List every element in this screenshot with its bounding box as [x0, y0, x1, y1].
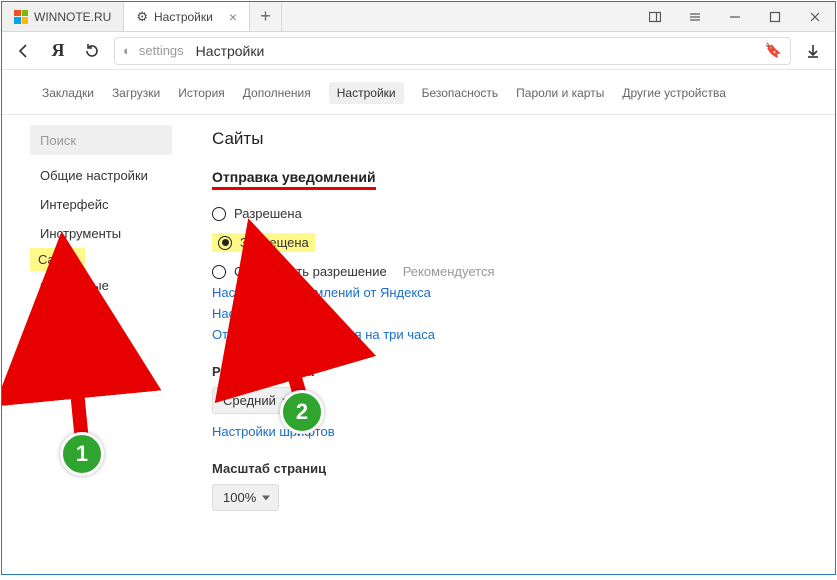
tab-label: WINNOTE.RU [34, 10, 111, 24]
nav-history[interactable]: История [178, 86, 225, 100]
radio-label: Разрешена [234, 206, 302, 221]
page-title: Сайты [212, 129, 811, 149]
bookmark-icon[interactable]: 🔖 [765, 42, 782, 59]
sidebar-item-system[interactable]: Системные [30, 271, 172, 300]
search-input[interactable]: Поиск [30, 125, 172, 155]
sidebar-item-tools[interactable]: Инструменты [30, 219, 172, 248]
titlebar: WINNOTE.RU ⚙ Настройки × + [2, 2, 835, 32]
window-controls [635, 2, 835, 31]
radio-ask[interactable]: Спрашивать разрешение Рекомендуется [212, 264, 811, 279]
reload-button[interactable] [80, 39, 104, 63]
download-button[interactable] [801, 39, 825, 63]
address-field[interactable]: ◐ settings Настройки 🔖 [114, 37, 791, 65]
notifications-heading: Отправка уведомлений [212, 169, 376, 190]
address-bar: Я ◐ settings Настройки 🔖 [2, 32, 835, 70]
nav-extensions[interactable]: Дополнения [243, 86, 311, 100]
link-yandex-notifications[interactable]: Настройки уведомлений от Яндекса [212, 285, 811, 300]
main-panel: Сайты Отправка уведомлений Разрешена Зап… [172, 115, 835, 580]
tab-active[interactable]: ⚙ Настройки × [124, 2, 250, 31]
radio-label: Запрещена [240, 235, 309, 250]
nav-downloads[interactable]: Загрузки [112, 86, 160, 100]
link-font-settings[interactable]: Настройки шрифтов [212, 424, 811, 439]
settings-nav: Закладки Загрузки История Дополнения Нас… [2, 70, 835, 115]
page-scale-dropdown[interactable]: 100% [212, 484, 279, 511]
nav-security[interactable]: Безопасность [422, 86, 499, 100]
url-key: settings [139, 43, 184, 58]
minimize-button[interactable] [715, 2, 755, 32]
radio-icon [212, 265, 226, 279]
back-button[interactable] [12, 39, 36, 63]
link-disable-3h[interactable]: Отключить уведомления на три часа [212, 327, 811, 342]
sidebar-item-sites[interactable]: Сайты [30, 248, 85, 271]
yandex-logo-icon[interactable]: Я [46, 39, 70, 63]
winnote-logo-icon [14, 10, 28, 24]
maximize-button[interactable] [755, 2, 795, 32]
radio-label: Спрашивать разрешение [234, 264, 387, 279]
url-title: Настройки [196, 43, 265, 59]
nav-bookmarks[interactable]: Закладки [42, 86, 94, 100]
sidebar: Поиск Общие настройки Интерфейс Инструме… [2, 115, 172, 580]
menu-icon[interactable] [675, 2, 715, 32]
radio-icon-selected [218, 236, 232, 250]
tab-label: Настройки [154, 10, 213, 24]
link-site-settings[interactable]: Настройки сайтов [212, 306, 811, 321]
tab-inactive[interactable]: WINNOTE.RU [2, 2, 124, 31]
font-size-dropdown[interactable]: Средний [212, 387, 299, 414]
radio-allowed[interactable]: Разрешена [212, 206, 811, 221]
radio-icon [212, 207, 226, 221]
font-size-heading: Размер шрифта [212, 364, 811, 379]
close-button[interactable] [795, 2, 835, 32]
gear-icon: ⚙ [136, 9, 148, 25]
new-tab-button[interactable]: + [250, 2, 282, 31]
recommended-label: Рекомендуется [403, 264, 495, 279]
sidebar-item-general[interactable]: Общие настройки [30, 161, 172, 190]
sidebar-toggle-icon[interactable] [635, 2, 675, 32]
page-scale-heading: Масштаб страниц [212, 461, 811, 476]
radio-forbidden[interactable]: Запрещена [212, 233, 315, 252]
close-icon[interactable]: × [229, 9, 237, 25]
nav-settings[interactable]: Настройки [329, 82, 404, 104]
shield-icon: ◐ [123, 43, 131, 58]
nav-passwords[interactable]: Пароли и карты [516, 86, 604, 100]
sidebar-item-interface[interactable]: Интерфейс [30, 190, 172, 219]
content: Поиск Общие настройки Интерфейс Инструме… [2, 115, 835, 580]
nav-devices[interactable]: Другие устройства [622, 86, 726, 100]
